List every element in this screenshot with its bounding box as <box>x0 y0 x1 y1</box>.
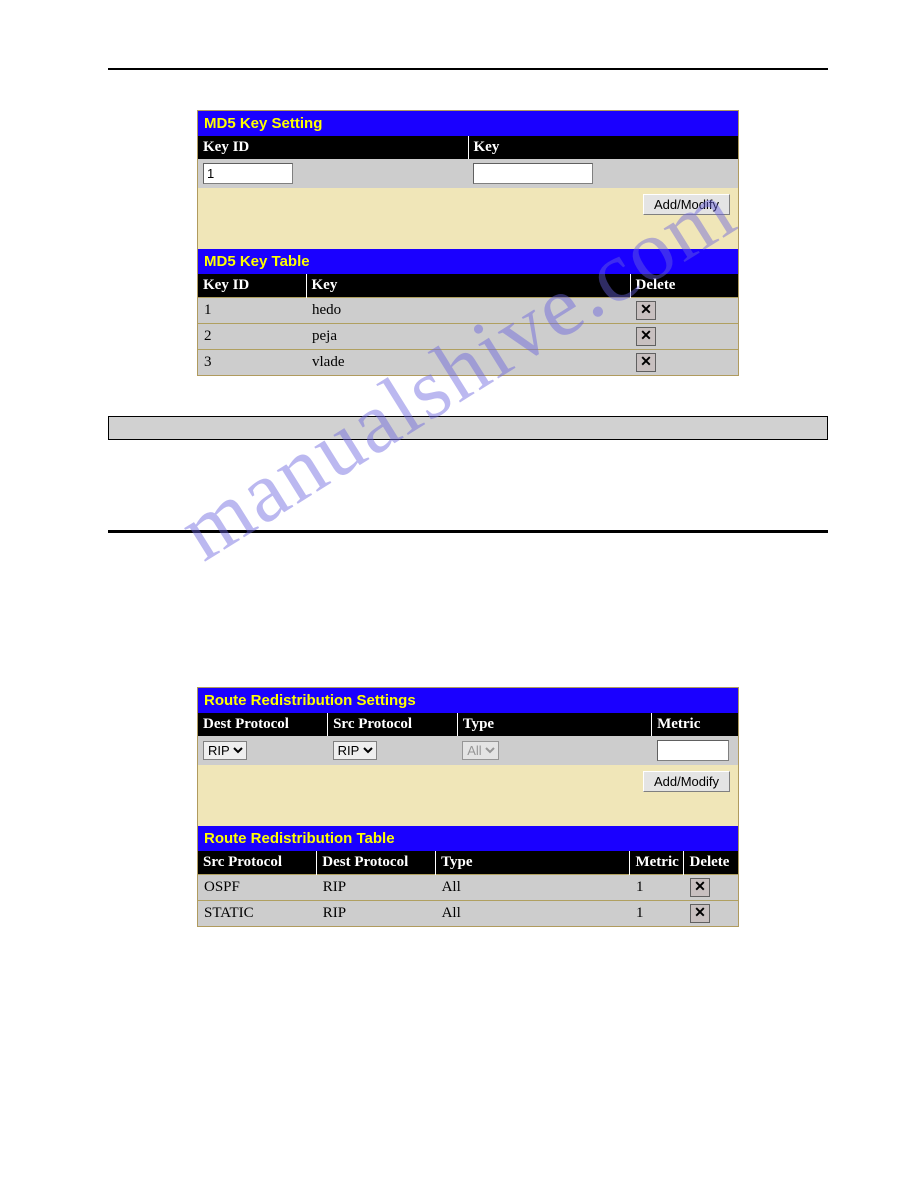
cell-id: 3 <box>198 350 306 376</box>
col-key: Key <box>468 136 738 159</box>
delete-icon[interactable]: ✕ <box>690 878 710 897</box>
delete-icon[interactable]: ✕ <box>636 327 656 346</box>
cell-metric: 1 <box>630 875 684 901</box>
md5-setting-input-row <box>198 159 738 188</box>
route-panel: Route Redistribution Settings Dest Proto… <box>197 687 739 927</box>
route-settings-button-row: Add/Modify <box>198 765 738 798</box>
md5-key-table: Key ID Key Delete 1 hedo ✕ 2 peja ✕ 3 vl… <box>198 274 738 375</box>
route-settings-input-row: RIP RIP All <box>198 736 738 765</box>
top-rule <box>108 68 828 70</box>
mid-rule <box>108 530 828 533</box>
type-select[interactable]: All <box>462 741 499 760</box>
key-input[interactable] <box>473 163 593 184</box>
route-settings-header-row: Dest Protocol Src Protocol Type Metric <box>198 713 738 736</box>
col-delete: Delete <box>630 274 738 298</box>
route-table-header-row: Src Protocol Dest Protocol Type Metric D… <box>198 851 738 875</box>
add-modify-button[interactable]: Add/Modify <box>643 771 730 792</box>
spacer <box>198 798 738 826</box>
col-type: Type <box>436 851 630 875</box>
table-row: 3 vlade ✕ <box>198 350 738 376</box>
col-key-id: Key ID <box>198 274 306 298</box>
delete-icon[interactable]: ✕ <box>690 904 710 923</box>
cell-id: 2 <box>198 324 306 350</box>
table-row: 2 peja ✕ <box>198 324 738 350</box>
cell-dest: RIP <box>317 875 436 901</box>
key-id-input[interactable] <box>203 163 293 184</box>
section-divider-bar <box>108 416 828 440</box>
cell-src: STATIC <box>198 901 317 927</box>
col-src-protocol: Src Protocol <box>198 851 317 875</box>
col-dest-protocol: Dest Protocol <box>198 713 328 736</box>
col-key: Key <box>306 274 630 298</box>
md5-setting-form-table: Key ID Key <box>198 136 738 188</box>
cell-src: OSPF <box>198 875 317 901</box>
blank-space <box>108 557 828 687</box>
md5-setting-button-row: Add/Modify <box>198 188 738 221</box>
metric-input[interactable] <box>657 740 729 761</box>
spacer <box>198 221 738 249</box>
cell-key: hedo <box>306 298 630 324</box>
col-dest-protocol: Dest Protocol <box>317 851 436 875</box>
cell-dest: RIP <box>317 901 436 927</box>
src-protocol-select[interactable]: RIP <box>333 741 377 760</box>
col-type: Type <box>457 713 651 736</box>
route-settings-title: Route Redistribution Settings <box>198 688 738 713</box>
col-key-id: Key ID <box>198 136 468 159</box>
cell-metric: 1 <box>630 901 684 927</box>
cell-key: vlade <box>306 350 630 376</box>
md5-panel: MD5 Key Setting Key ID Key Add/Modify MD… <box>197 110 739 376</box>
route-settings-form-table: Dest Protocol Src Protocol Type Metric R… <box>198 713 738 765</box>
cell-type: All <box>436 875 630 901</box>
md5-setting-title: MD5 Key Setting <box>198 111 738 136</box>
md5-table-header-row: Key ID Key Delete <box>198 274 738 298</box>
table-row: STATIC RIP All 1 ✕ <box>198 901 738 927</box>
dest-protocol-select[interactable]: RIP <box>203 741 247 760</box>
col-src-protocol: Src Protocol <box>328 713 458 736</box>
cell-type: All <box>436 901 630 927</box>
route-table-title: Route Redistribution Table <box>198 826 738 851</box>
col-delete: Delete <box>684 851 738 875</box>
add-modify-button[interactable]: Add/Modify <box>643 194 730 215</box>
table-row: 1 hedo ✕ <box>198 298 738 324</box>
col-metric: Metric <box>630 851 684 875</box>
md5-setting-header-row: Key ID Key <box>198 136 738 159</box>
col-metric: Metric <box>652 713 738 736</box>
delete-icon[interactable]: ✕ <box>636 353 656 372</box>
delete-icon[interactable]: ✕ <box>636 301 656 320</box>
cell-id: 1 <box>198 298 306 324</box>
route-redistribution-table: Src Protocol Dest Protocol Type Metric D… <box>198 851 738 926</box>
md5-table-title: MD5 Key Table <box>198 249 738 274</box>
table-row: OSPF RIP All 1 ✕ <box>198 875 738 901</box>
cell-key: peja <box>306 324 630 350</box>
